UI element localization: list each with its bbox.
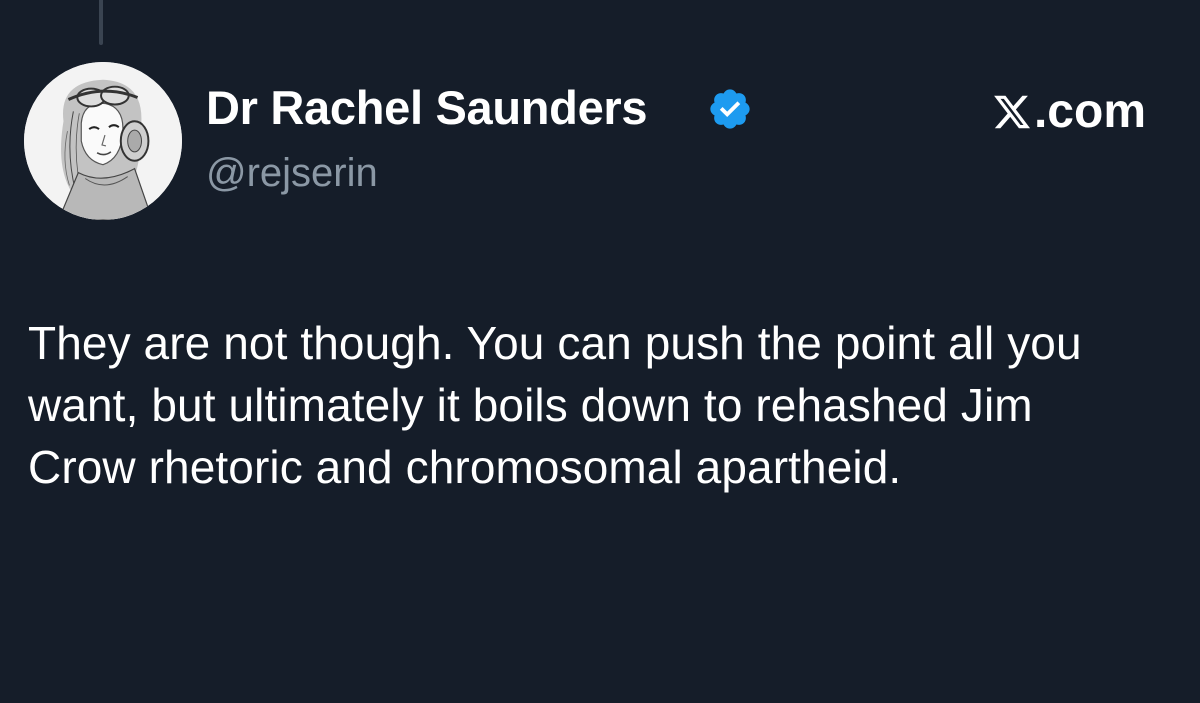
tweet-text: They are not though. You can push the po… bbox=[28, 317, 1082, 493]
avatar[interactable] bbox=[24, 62, 182, 220]
avatar-illustration bbox=[24, 62, 182, 220]
author-name[interactable]: Dr Rachel Saunders bbox=[206, 80, 648, 136]
author-handle[interactable]: @rejserin bbox=[206, 148, 378, 198]
thread-connector-line bbox=[99, 0, 103, 45]
site-logo: .com bbox=[992, 84, 1146, 140]
logo-text: .com bbox=[1033, 85, 1146, 138]
verified-badge-icon bbox=[710, 89, 750, 129]
x-logo-icon bbox=[994, 95, 1031, 129]
